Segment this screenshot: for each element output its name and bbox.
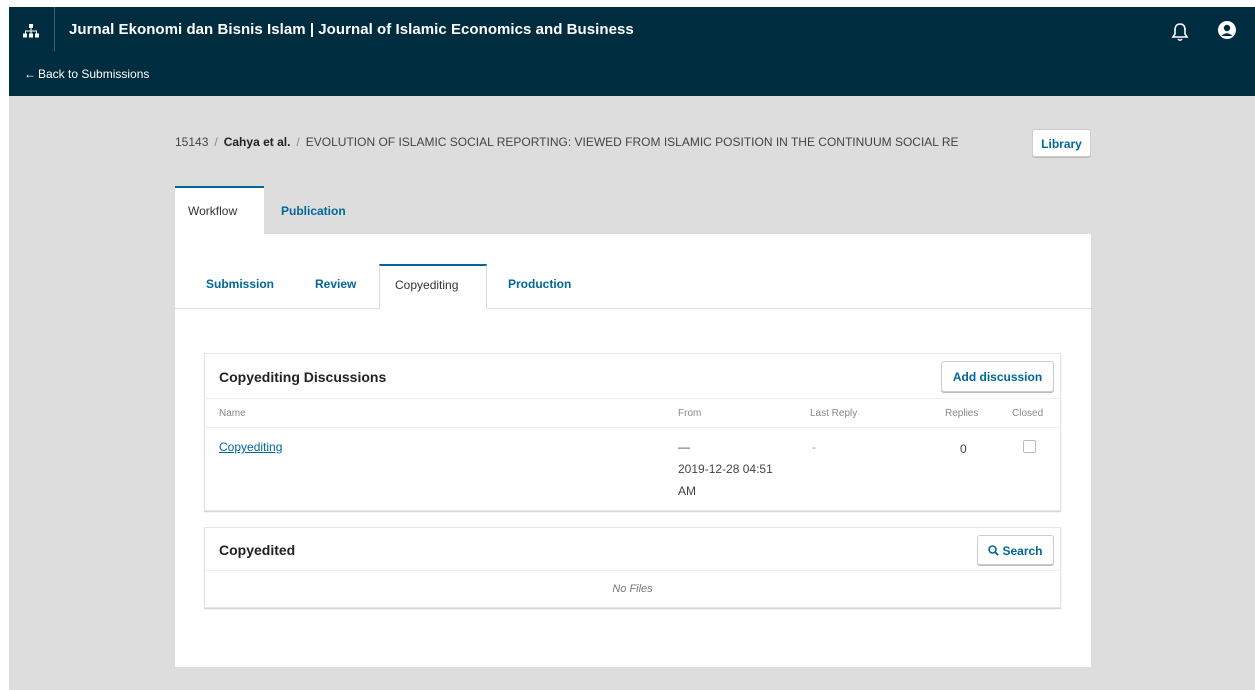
tab-review[interactable]: Review (315, 277, 356, 291)
col-last-reply: Last Reply (810, 408, 858, 419)
copyedited-files-card: Copyedited Search No Files (204, 527, 1061, 608)
add-discussion-button[interactable]: Add discussion (941, 361, 1054, 392)
tab-publication-label: Publication (281, 204, 346, 218)
submission-title: EVOLUTION OF ISLAMIC SOCIAL REPORTING: V… (305, 135, 959, 149)
site-title[interactable]: Jurnal Ekonomi dan Bisnis Islam | Journa… (69, 21, 634, 38)
tab-production[interactable]: Production (508, 277, 571, 291)
discussions-title: Copyediting Discussions (219, 369, 387, 385)
search-button-label: Search (1002, 544, 1043, 558)
col-name: Name (219, 408, 246, 419)
user-circle-icon[interactable] (1217, 20, 1237, 40)
breadcrumb: 15143 / Cahya et al. / EVOLUTION OF ISLAMIC … (175, 135, 959, 149)
empty-files-message: No Files (612, 583, 653, 595)
col-replies: Replies (945, 408, 979, 419)
row-divider (205, 427, 1060, 428)
tab-workflow[interactable]: Workflow (175, 186, 264, 234)
tab-submission[interactable]: Submission (206, 277, 274, 291)
tab-copyediting-label: Copyediting (395, 278, 459, 292)
subtabs-divider (175, 308, 1091, 309)
search-button[interactable]: Search (977, 535, 1054, 565)
from-time: AM (678, 484, 696, 498)
library-button[interactable]: Library (1032, 129, 1091, 157)
submission-author: Cahya et al. (223, 135, 291, 149)
app-frame: Jurnal Ekonomi dan Bisnis Islam | Journa… (9, 7, 1255, 690)
top-header: Jurnal Ekonomi dan Bisnis Islam | Journa… (9, 7, 1255, 96)
col-from: From (678, 408, 702, 419)
header-divider (205, 398, 1060, 399)
tab-workflow-label: Workflow (188, 204, 238, 218)
tab-copyediting[interactable]: Copyediting (379, 264, 487, 309)
col-closed: Closed (1012, 408, 1044, 419)
search-icon (988, 545, 1000, 556)
header-divider (205, 570, 1060, 571)
back-link-label: Back to Submissions (38, 67, 150, 81)
last-reply: - (812, 440, 816, 454)
discussion-name-link[interactable]: Copyediting (219, 440, 282, 454)
header-divider (54, 7, 55, 51)
from-user: — (678, 440, 690, 454)
bell-icon[interactable] (1171, 22, 1189, 42)
copyedited-title: Copyedited (219, 542, 296, 558)
from-date: 2019-12-28 04:51 (678, 462, 773, 476)
breadcrumb-separator: / (296, 135, 300, 149)
workflow-panel: Submission Review Copyediting Production… (175, 234, 1091, 667)
closed-checkbox[interactable] (1023, 440, 1036, 453)
copyediting-discussions-card: Copyediting Discussions Add discussion N… (204, 353, 1061, 511)
tab-publication[interactable]: Publication (271, 186, 371, 234)
sitemap-icon[interactable] (23, 24, 39, 38)
replies-count: 0 (960, 442, 967, 456)
back-to-submissions-link[interactable]: ← Back to Submissions (24, 67, 149, 81)
arrow-left-icon: ← (24, 67, 36, 81)
breadcrumb-separator: / (214, 135, 218, 149)
submission-id: 15143 (175, 135, 209, 149)
